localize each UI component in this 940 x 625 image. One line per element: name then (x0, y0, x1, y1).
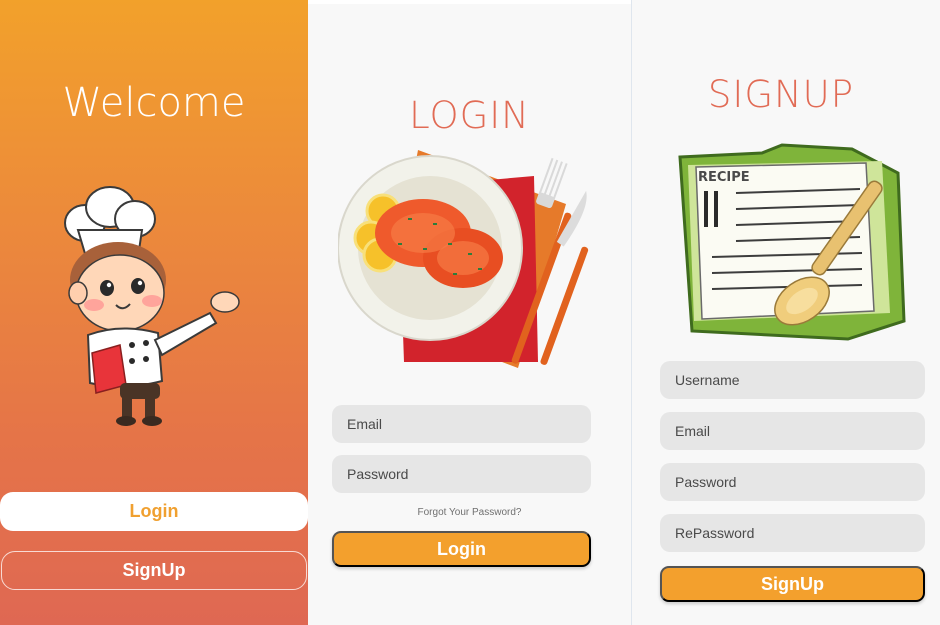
welcome-title: Welcome (62, 80, 246, 126)
login-screen: LOGIN Email Password Forgot Your Passwor… (308, 0, 631, 625)
signup-email-field[interactable]: Email (660, 412, 925, 450)
food-plate-illustration (338, 150, 589, 368)
signup-title: SIGNUP (707, 73, 855, 116)
login-title: LOGIN (409, 94, 530, 137)
signup-button[interactable]: SignUp (660, 566, 925, 602)
login-button[interactable]: Login (332, 531, 591, 567)
welcome-signup-button[interactable]: SignUp (1, 551, 307, 590)
signup-username-field[interactable]: Username (660, 361, 925, 399)
login-email-field[interactable]: Email (332, 405, 591, 443)
signup-repassword-field[interactable]: RePassword (660, 514, 925, 552)
signup-password-field[interactable]: Password (660, 463, 925, 501)
chef-illustration (64, 186, 240, 426)
top-strip (308, 0, 631, 4)
recipe-card-illustration: RECIPE (678, 143, 906, 341)
forgot-password-link[interactable]: Forgot Your Password? (308, 507, 631, 518)
signup-screen: SIGNUP RECIPE Username Email Password Re… (631, 0, 940, 625)
login-password-field[interactable]: Password (332, 455, 591, 493)
welcome-login-button[interactable]: Login (0, 492, 308, 531)
recipe-card-label: RECIPE (698, 170, 750, 185)
welcome-screen: Welcome Login SignUp (0, 0, 308, 625)
